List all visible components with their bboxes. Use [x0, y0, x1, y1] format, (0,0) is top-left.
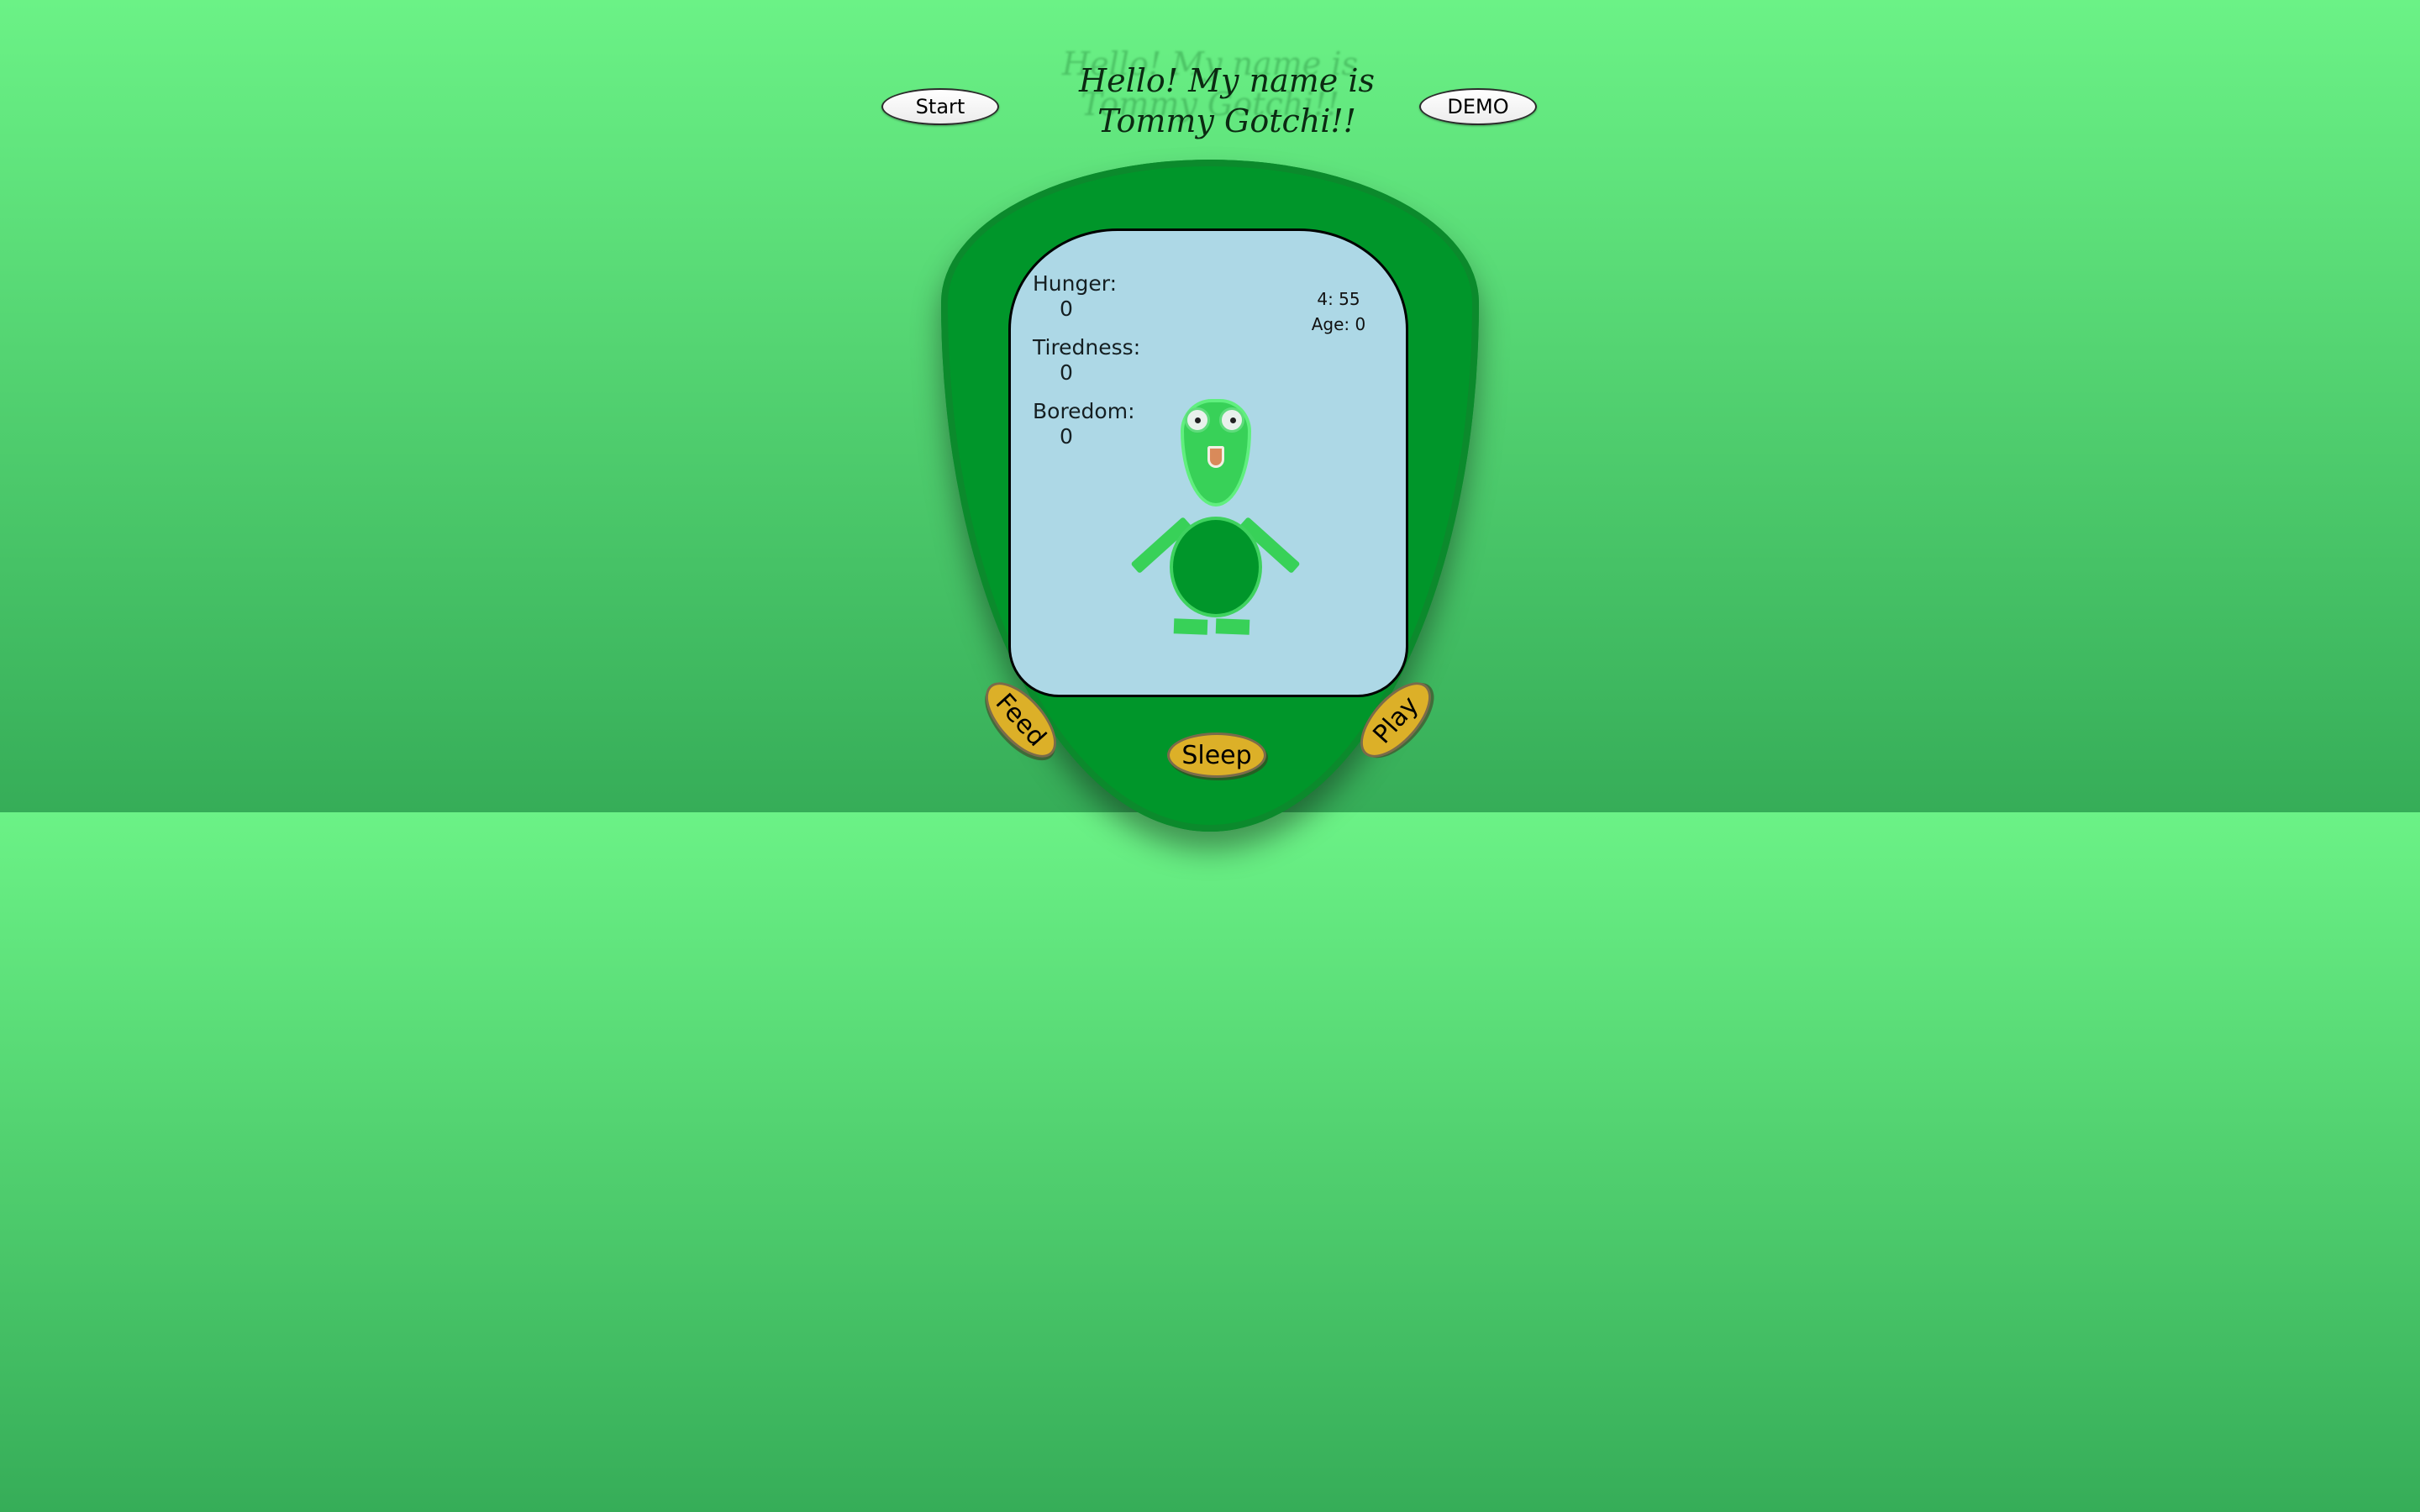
- pet-mouth: [1207, 446, 1224, 468]
- pet-right-pupil: [1230, 417, 1236, 423]
- sleep-button[interactable]: Sleep: [1167, 732, 1266, 778]
- pet-character: [1011, 231, 1411, 700]
- page-title: Hello! My name is Tommy Gotchi!!: [1042, 60, 1412, 141]
- device-screen: Hunger: 0 Tiredness: 0 Boredom: 0 4: 55 …: [1008, 228, 1408, 697]
- start-button[interactable]: Start: [881, 88, 999, 125]
- title-line-1: Hello! My name is: [1078, 62, 1375, 99]
- pet-body: [1170, 517, 1262, 617]
- pet-right-foot: [1215, 618, 1250, 635]
- tamagotchi-device: Hunger: 0 Tiredness: 0 Boredom: 0 4: 55 …: [941, 160, 1479, 832]
- pet-left-pupil: [1195, 417, 1201, 423]
- title-line-2: Tommy Gotchi!!: [1097, 102, 1356, 139]
- demo-button[interactable]: DEMO: [1419, 88, 1537, 125]
- pet-left-foot: [1173, 618, 1208, 635]
